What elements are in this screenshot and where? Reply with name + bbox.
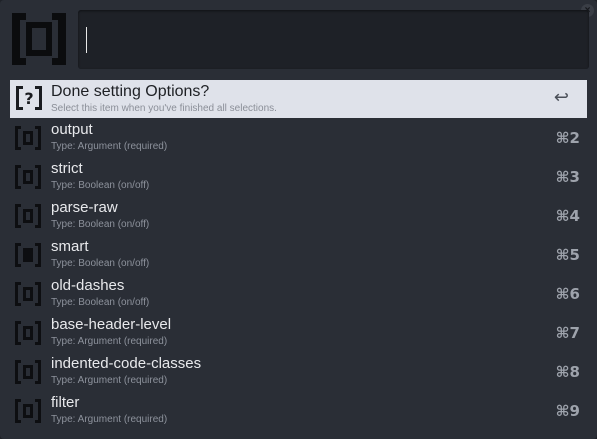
app-logo-icon xyxy=(12,13,66,65)
result-subtitle: Type: Argument (required) xyxy=(51,141,168,152)
result-item-parse-raw[interactable]: parse-raw Type: Boolean (on/off) ⌘4 xyxy=(0,196,597,235)
result-title: smart xyxy=(51,238,89,255)
keyboard-shortcut: ⌘3 xyxy=(555,168,580,186)
result-item-strict[interactable]: strict Type: Boolean (on/off) ⌘3 xyxy=(0,157,597,196)
result-title: indented-code-classes xyxy=(51,355,202,372)
search-box[interactable] xyxy=(78,10,589,69)
keyboard-shortcut: ⌘4 xyxy=(555,207,580,225)
result-subtitle: Type: Boolean (on/off) xyxy=(51,258,150,269)
return-key-icon: ↩ xyxy=(553,87,569,108)
result-subtitle: Type: Boolean (on/off) xyxy=(51,297,150,308)
header xyxy=(0,0,597,78)
result-item-output[interactable]: output Type: Argument (required) ⌘2 xyxy=(0,118,597,157)
option-bracket-icon xyxy=(15,360,41,384)
result-subtitle: Type: Boolean (on/off) xyxy=(51,219,150,230)
keyboard-shortcut: ⌘2 xyxy=(555,129,580,147)
result-title: strict xyxy=(51,160,83,177)
text-caret xyxy=(86,27,87,53)
option-bracket-icon xyxy=(15,321,41,345)
result-subtitle: Type: Boolean (on/off) xyxy=(51,180,150,191)
result-item-old-dashes[interactable]: old-dashes Type: Boolean (on/off) ⌘6 xyxy=(0,274,597,313)
results-list: ? Done setting Options? Select this item… xyxy=(0,80,597,430)
svg-text:?: ? xyxy=(24,89,33,108)
result-subtitle: Select this item when you've finished al… xyxy=(51,103,277,114)
option-bracket-icon xyxy=(15,165,41,189)
result-subtitle: Type: Argument (required) xyxy=(51,336,168,347)
keyboard-shortcut: ⌘7 xyxy=(555,324,580,342)
keyboard-shortcut: ⌘8 xyxy=(555,363,580,381)
result-title: output xyxy=(51,121,93,138)
option-bracket-filled-icon xyxy=(15,243,41,267)
result-subtitle: Type: Argument (required) xyxy=(51,375,168,386)
result-item-base-header-level[interactable]: base-header-level Type: Argument (require… xyxy=(0,313,597,352)
option-bracket-icon xyxy=(15,282,41,306)
result-title: base-header-level xyxy=(51,316,172,333)
search-input[interactable] xyxy=(78,10,589,69)
option-bracket-icon xyxy=(15,204,41,228)
result-subtitle: Type: Argument (required) xyxy=(51,414,168,425)
keyboard-shortcut: ⌘5 xyxy=(555,246,580,264)
option-bracket-icon xyxy=(15,126,41,150)
launcher-window: × ? Done sett xyxy=(0,0,597,439)
result-title: filter xyxy=(51,394,80,411)
result-item-smart[interactable]: smart Type: Boolean (on/off) ⌘5 xyxy=(0,235,597,274)
result-item-done[interactable]: ? Done setting Options? Select this item… xyxy=(10,80,587,118)
result-title: parse-raw xyxy=(51,199,118,216)
keyboard-shortcut: ⌘9 xyxy=(555,402,580,420)
result-item-indented-code-classes[interactable]: indented-code-classes Type: Argument (req… xyxy=(0,352,597,391)
option-bracket-icon xyxy=(15,399,41,423)
keyboard-shortcut: ⌘6 xyxy=(555,285,580,303)
result-title: old-dashes xyxy=(51,277,125,294)
question-bracket-icon: ? xyxy=(16,86,42,110)
result-item-filter[interactable]: filter Type: Argument (required) ⌘9 xyxy=(0,391,597,430)
result-title: Done setting Options? xyxy=(51,83,210,100)
